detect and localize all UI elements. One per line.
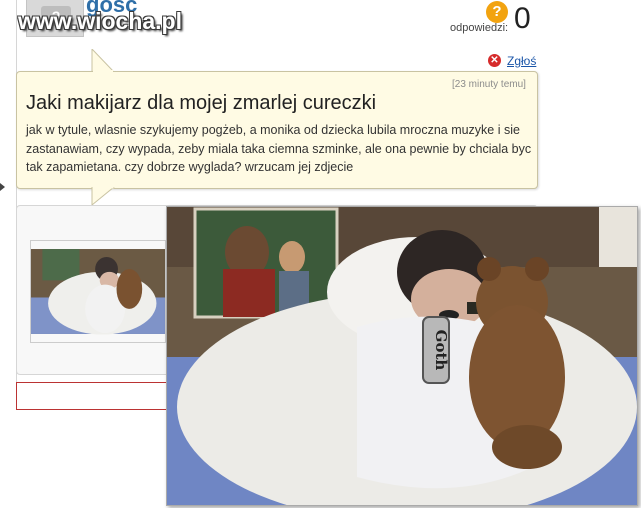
bubble-tail-bottom: [91, 187, 115, 207]
bubble-tail-cover: [93, 70, 113, 74]
question-time: [23 minuty temu]: [452, 79, 526, 90]
question-title: Jaki makijarz dla mojej zmarlej cureczki: [26, 92, 377, 114]
help-icon[interactable]: ?: [486, 1, 508, 23]
report-icon[interactable]: ✕: [488, 54, 501, 67]
question-body: jak w tytule, wlasnie szykujemy pogżeb, …: [26, 123, 532, 174]
attachment-thumbnail[interactable]: [30, 240, 166, 343]
photo-illustration: Goth: [167, 207, 637, 505]
report-link[interactable]: Zgłoś: [507, 54, 536, 68]
answers-label: odpowiedzi:: [450, 22, 509, 34]
enlarged-photo: Goth: [166, 206, 638, 506]
watermark: www.wiocha.pl: [18, 8, 182, 34]
goth-tag-text: Goth: [432, 330, 450, 371]
left-arrow-icon[interactable]: [0, 183, 5, 191]
answers-count: 0: [514, 2, 531, 35]
answer-input-box[interactable]: [16, 382, 188, 410]
